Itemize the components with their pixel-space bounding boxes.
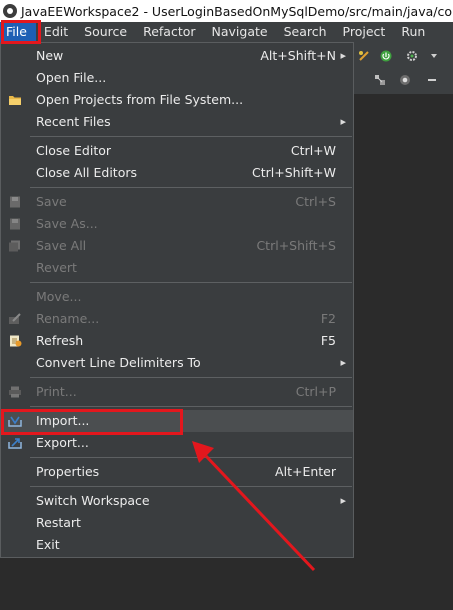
eclipse-window: JavaEEWorkspace2 - UserLoginBasedOnMySql… bbox=[0, 0, 453, 610]
annotation-arrow bbox=[192, 441, 316, 572]
